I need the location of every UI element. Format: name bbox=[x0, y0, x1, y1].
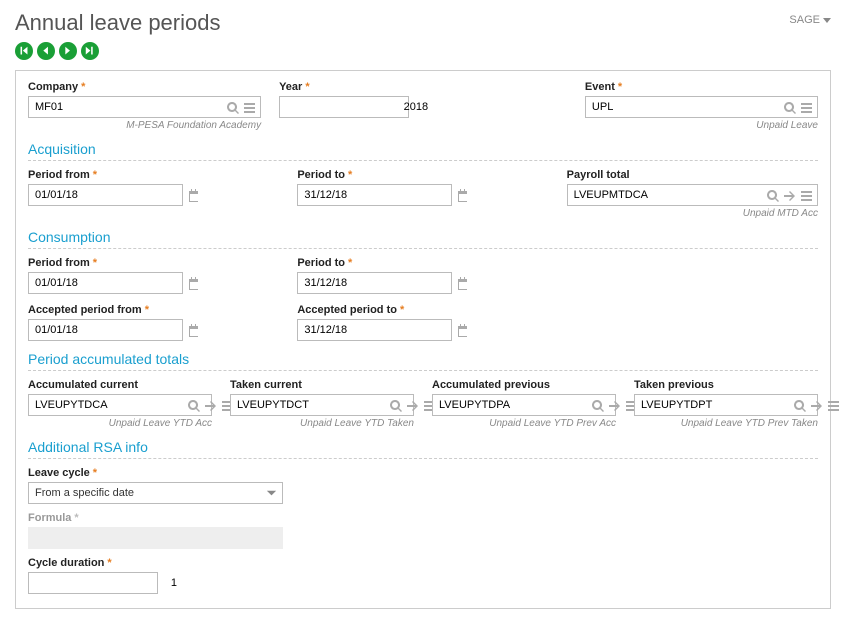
search-icon[interactable] bbox=[793, 399, 806, 412]
acc-prev-label: Accumulated previous bbox=[432, 379, 616, 391]
goto-icon[interactable] bbox=[406, 399, 419, 412]
payroll-total-input[interactable] bbox=[568, 185, 762, 205]
goto-icon[interactable] bbox=[608, 399, 621, 412]
search-icon[interactable] bbox=[591, 399, 604, 412]
acq-from-input[interactable] bbox=[29, 185, 183, 205]
list-icon[interactable] bbox=[800, 189, 813, 202]
acq-to-label: Period to* bbox=[297, 169, 548, 181]
acc-prev-hint: Unpaid Leave YTD Prev Acc bbox=[432, 418, 616, 429]
list-icon[interactable] bbox=[827, 399, 840, 412]
taken-prev-hint: Unpaid Leave YTD Prev Taken bbox=[634, 418, 818, 429]
list-icon[interactable] bbox=[800, 101, 813, 114]
taken-prev-input[interactable] bbox=[635, 395, 789, 415]
section-consumption: Consumption bbox=[28, 229, 818, 249]
calendar-icon[interactable] bbox=[456, 324, 469, 337]
brand-label: SAGE bbox=[789, 14, 820, 26]
nav-next-button[interactable] bbox=[59, 42, 77, 60]
chevron-down-icon bbox=[823, 18, 831, 23]
section-rsa: Additional RSA info bbox=[28, 439, 818, 459]
goto-icon[interactable] bbox=[810, 399, 823, 412]
leave-cycle-value: From a specific date bbox=[29, 487, 265, 499]
formula-label: Formula* bbox=[28, 512, 818, 524]
acc-from-label: Accepted period from* bbox=[28, 304, 279, 316]
year-label: Year* bbox=[279, 81, 409, 93]
goto-icon[interactable] bbox=[204, 399, 217, 412]
payroll-total-hint: Unpaid MTD Acc bbox=[567, 208, 818, 219]
taken-prev-label: Taken previous bbox=[634, 379, 818, 391]
acc-to-label: Accepted period to* bbox=[297, 304, 548, 316]
taken-current-label: Taken current bbox=[230, 379, 414, 391]
leave-cycle-label: Leave cycle* bbox=[28, 467, 818, 479]
formula-input bbox=[28, 527, 283, 549]
calendar-icon[interactable] bbox=[456, 277, 469, 290]
list-icon[interactable] bbox=[243, 101, 256, 114]
year-input[interactable] bbox=[280, 97, 434, 117]
company-label: Company* bbox=[28, 81, 261, 93]
con-to-input[interactable] bbox=[298, 273, 452, 293]
company-hint: M-PESA Foundation Academy bbox=[28, 120, 261, 131]
event-label: Event* bbox=[585, 81, 818, 93]
nav-prev-button[interactable] bbox=[37, 42, 55, 60]
nav-last-button[interactable] bbox=[81, 42, 99, 60]
acc-current-input[interactable] bbox=[29, 395, 183, 415]
calendar-icon[interactable] bbox=[187, 277, 200, 290]
event-input[interactable] bbox=[586, 97, 779, 117]
acc-from-input[interactable] bbox=[29, 320, 183, 340]
con-from-input[interactable] bbox=[29, 273, 183, 293]
taken-current-input[interactable] bbox=[231, 395, 385, 415]
acc-current-label: Accumulated current bbox=[28, 379, 212, 391]
taken-current-hint: Unpaid Leave YTD Taken bbox=[230, 418, 414, 429]
event-hint: Unpaid Leave bbox=[585, 120, 818, 131]
payroll-total-label: Payroll total bbox=[567, 169, 818, 181]
search-icon[interactable] bbox=[766, 189, 779, 202]
con-to-label: Period to* bbox=[297, 257, 548, 269]
acq-from-label: Period from* bbox=[28, 169, 279, 181]
goto-icon[interactable] bbox=[783, 189, 796, 202]
acc-prev-input[interactable] bbox=[433, 395, 587, 415]
calendar-icon[interactable] bbox=[187, 189, 200, 202]
search-icon[interactable] bbox=[226, 101, 239, 114]
page-title: Annual leave periods bbox=[15, 10, 220, 36]
calendar-icon[interactable] bbox=[187, 324, 200, 337]
con-from-label: Period from* bbox=[28, 257, 279, 269]
section-acquisition: Acquisition bbox=[28, 141, 818, 161]
search-icon[interactable] bbox=[389, 399, 402, 412]
search-icon[interactable] bbox=[187, 399, 200, 412]
acc-current-hint: Unpaid Leave YTD Acc bbox=[28, 418, 212, 429]
chevron-down-icon bbox=[265, 487, 278, 500]
nav-first-button[interactable] bbox=[15, 42, 33, 60]
brand-dropdown[interactable]: SAGE bbox=[789, 10, 831, 26]
acq-to-input[interactable] bbox=[298, 185, 452, 205]
cycle-duration-label: Cycle duration* bbox=[28, 557, 818, 569]
cycle-duration-input[interactable] bbox=[29, 573, 183, 593]
calendar-icon[interactable] bbox=[456, 189, 469, 202]
section-totals: Period accumulated totals bbox=[28, 351, 818, 371]
company-input[interactable] bbox=[29, 97, 222, 117]
leave-cycle-select[interactable]: From a specific date bbox=[28, 482, 283, 504]
search-icon[interactable] bbox=[783, 101, 796, 114]
acc-to-input[interactable] bbox=[298, 320, 452, 340]
